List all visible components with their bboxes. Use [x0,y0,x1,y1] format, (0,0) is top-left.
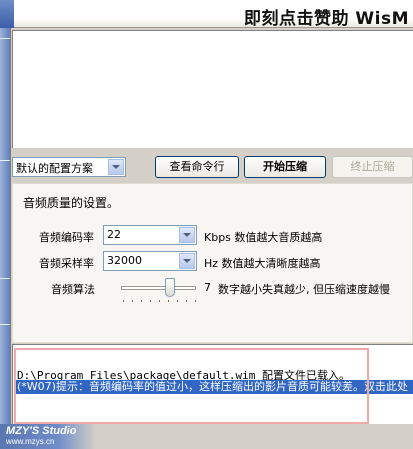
watermark-title: MZY'S Studio [6,425,77,437]
slider-tick [168,300,169,302]
bitrate-value: 22 [107,228,121,241]
bitrate-note: Kbps 数值越大音质越高 [204,231,323,244]
samplerate-value: 32000 [107,254,142,267]
watermark-logo: MZY'S Studio www.mzys.cn [0,424,96,449]
chevron-down-icon[interactable] [179,253,195,269]
audio-settings-group: 音频质量的设置。 音频编码率 22 Kbps 数值越大音质越高 音频采样率 32… [12,183,413,343]
log-line-selected[interactable]: (*W07)提示：音频编码率的值过小，这样压缩出的影片音质可能较差。双击此处 [15,380,413,394]
slider-tick [132,300,133,302]
banner-accent [0,0,14,28]
stop-compress-button[interactable]: 终止压缩 [332,156,413,178]
strip-mark [0,38,10,39]
samplerate-label: 音频采样率 [39,257,94,270]
slider-tick [195,300,196,302]
slider-tick [177,300,178,302]
profile-select[interactable]: 默认的配置方案 [12,157,126,177]
watermark-url: www.mzys.cn [6,437,55,446]
sponsor-link[interactable]: 即刻点击赞助 WisM [244,4,409,29]
strip-mark [0,160,10,161]
left-sidebar-strip [0,28,11,424]
slider-tick [150,300,151,302]
group-title: 音频质量的设置。 [23,196,120,210]
algorithm-value: 7 [204,281,211,294]
slider-tick [141,300,142,302]
slider-tick [159,300,160,302]
profile-select-value: 默认的配置方案 [16,162,93,175]
bitrate-label: 音频编码率 [39,231,94,244]
slider-tick [186,300,187,302]
preview-panel[interactable] [12,30,413,148]
strip-mark [0,324,10,325]
samplerate-note: Hz 数值越大清晰度越高 [204,257,321,270]
chevron-down-icon[interactable] [108,159,124,175]
algorithm-slider-track[interactable] [121,286,196,290]
top-banner: 即刻点击赞助 WisM [0,0,413,29]
algorithm-note: 数字越小失真越少, 但压缩速度越慢 [218,283,390,296]
bitrate-select[interactable]: 22 [103,225,197,245]
view-command-line-button[interactable]: 查看命令行 [155,156,239,178]
samplerate-select[interactable]: 32000 [103,251,197,271]
slider-tick [123,300,124,302]
log-panel[interactable]: D:\Program Files\package\default.wim 配置文… [12,344,413,424]
chevron-down-icon[interactable] [179,227,195,243]
start-compress-button[interactable]: 开始压缩 [244,156,326,178]
algorithm-slider-thumb[interactable] [165,278,175,297]
algorithm-label: 音频算法 [51,283,95,296]
strip-mark [0,278,10,279]
